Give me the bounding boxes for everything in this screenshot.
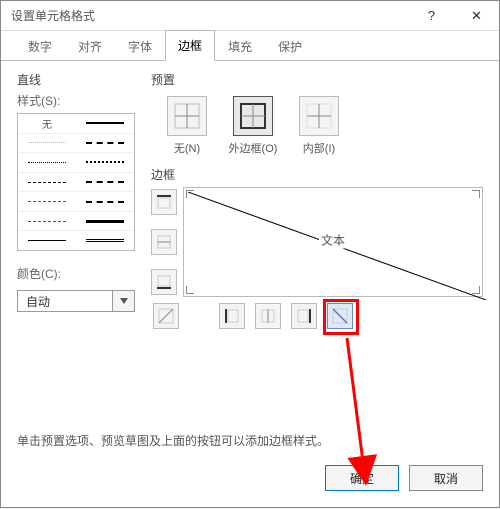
line-style-dashlight[interactable] bbox=[18, 134, 76, 154]
preset-border-panel: 预置 无(N) bbox=[151, 71, 483, 422]
preset-outline-label: 外边框(O) bbox=[229, 140, 278, 156]
color-dropdown-button[interactable] bbox=[113, 290, 135, 312]
color-value[interactable]: 自动 bbox=[17, 290, 113, 312]
preview-text: 文本 bbox=[319, 231, 347, 248]
tab-fill[interactable]: 填充 bbox=[215, 31, 265, 61]
diag-up-icon bbox=[157, 307, 175, 325]
preset-none-button[interactable] bbox=[167, 96, 207, 136]
line-style-meddash3[interactable] bbox=[76, 192, 134, 212]
line-section-label: 直线 bbox=[17, 71, 135, 88]
line-style-meddot[interactable] bbox=[76, 153, 134, 173]
help-button[interactable]: ? bbox=[409, 1, 454, 31]
border-bottom-button[interactable] bbox=[151, 269, 177, 295]
titlebar: 设置单元格格式 ? ✕ bbox=[1, 1, 499, 31]
tab-strip: 数字 对齐 字体 边框 填充 保护 bbox=[1, 31, 499, 61]
preset-inside-label: 内部(I) bbox=[303, 140, 335, 156]
border-top-icon bbox=[155, 193, 173, 211]
grid-outline-icon bbox=[239, 102, 267, 130]
border-right-button[interactable] bbox=[291, 303, 317, 329]
dialog-footer: 确定 取消 bbox=[1, 455, 499, 507]
ok-button[interactable]: 确定 bbox=[325, 465, 399, 491]
format-cells-dialog: 设置单元格格式 ? ✕ 数字 对齐 字体 边框 填充 保护 直线 样式(S): … bbox=[0, 0, 500, 508]
line-style-dashdot2[interactable] bbox=[18, 212, 76, 232]
border-top-button[interactable] bbox=[151, 189, 177, 215]
line-style-thick[interactable] bbox=[76, 212, 134, 232]
border-vmid-button[interactable] bbox=[255, 303, 281, 329]
close-button[interactable]: ✕ bbox=[454, 1, 499, 31]
preset-row: 无(N) 外边框(O) bbox=[159, 96, 483, 156]
line-style-none[interactable]: 无 bbox=[18, 114, 76, 134]
tab-number[interactable]: 数字 bbox=[15, 31, 65, 61]
tab-border[interactable]: 边框 bbox=[165, 30, 215, 61]
grid-none-icon bbox=[173, 102, 201, 130]
border-preview[interactable]: 文本 bbox=[183, 187, 483, 297]
border-right-icon bbox=[295, 307, 313, 325]
color-picker[interactable]: 自动 bbox=[17, 290, 135, 312]
grid-inside-icon bbox=[305, 102, 333, 130]
border-diag-up-button[interactable] bbox=[153, 303, 179, 329]
preset-section-label: 预置 bbox=[151, 71, 483, 88]
preset-inside-button[interactable] bbox=[299, 96, 339, 136]
border-diag-down-button[interactable] bbox=[327, 303, 353, 329]
border-hmid-button[interactable] bbox=[151, 229, 177, 255]
line-style-double[interactable] bbox=[76, 231, 134, 250]
line-style-thin[interactable] bbox=[18, 231, 76, 250]
line-style-list[interactable]: 无 bbox=[17, 113, 135, 251]
style-label: 样式(S): bbox=[17, 92, 135, 109]
color-label: 颜色(C): bbox=[17, 265, 135, 282]
line-style-dot[interactable] bbox=[18, 153, 76, 173]
tab-protect[interactable]: 保护 bbox=[265, 31, 315, 61]
tab-align[interactable]: 对齐 bbox=[65, 31, 115, 61]
hint-text: 单击预置选项、预览草图及上面的按钮可以添加边框样式。 bbox=[1, 426, 499, 455]
line-style-meddash1[interactable] bbox=[76, 134, 134, 154]
border-section-label: 边框 bbox=[151, 166, 483, 183]
preset-none-label: 无(N) bbox=[174, 140, 200, 156]
line-panel: 直线 样式(S): 无 bbox=[17, 71, 135, 422]
diag-down-icon bbox=[331, 307, 349, 325]
border-bottom-icon bbox=[155, 273, 173, 291]
border-hmid-icon bbox=[155, 233, 173, 251]
cancel-button[interactable]: 取消 bbox=[409, 465, 483, 491]
dialog-body: 直线 样式(S): 无 bbox=[1, 61, 499, 426]
border-vmid-icon bbox=[259, 307, 277, 325]
tab-font[interactable]: 字体 bbox=[115, 31, 165, 61]
line-style-med[interactable] bbox=[76, 114, 134, 134]
preset-outline-button[interactable] bbox=[233, 96, 273, 136]
line-style-meddash2[interactable] bbox=[76, 173, 134, 193]
line-style-dashdot1[interactable] bbox=[18, 192, 76, 212]
dialog-title: 设置单元格格式 bbox=[1, 7, 409, 24]
border-left-button[interactable] bbox=[219, 303, 245, 329]
border-left-icon bbox=[223, 307, 241, 325]
line-style-dash[interactable] bbox=[18, 173, 76, 193]
chevron-down-icon bbox=[120, 298, 128, 304]
